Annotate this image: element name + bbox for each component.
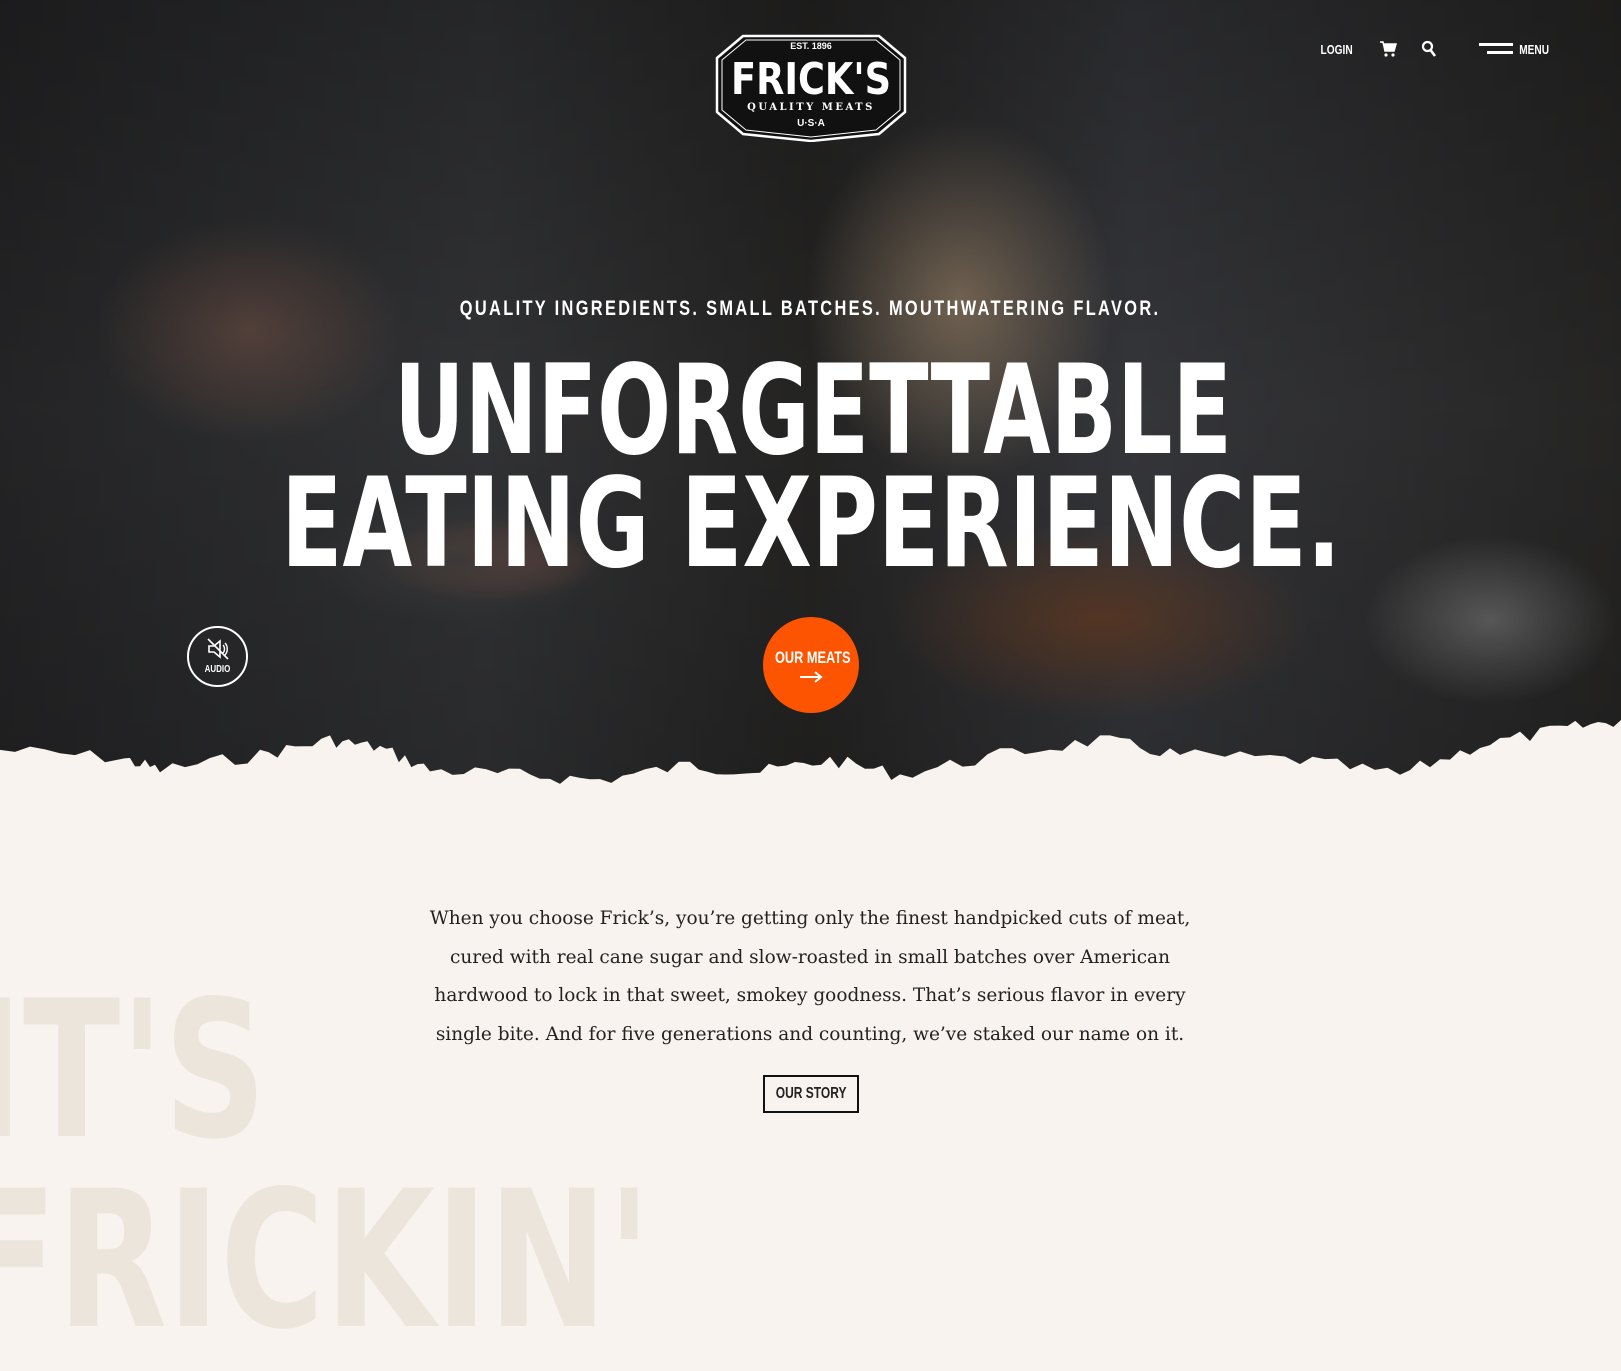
arrow-right-icon	[800, 671, 823, 683]
watermark-its: IT'S	[0, 960, 267, 1181]
intro-paragraph: When you choose Frick’s, you’re getting …	[410, 900, 1210, 1055]
paragraph-line: cured with real cane sugar and slow-roas…	[449, 946, 1171, 968]
our-story-button[interactable]: OUR STORY	[763, 1075, 859, 1113]
paragraph-line: hardwood to lock in that sweet, smokey g…	[434, 985, 1186, 1007]
torn-paper-edge	[0, 720, 1621, 840]
logo-country: U·S·A	[797, 118, 825, 129]
hero-tagline: QUALITY INGREDIENTS. SMALL BATCHES. MOUT…	[460, 297, 1161, 320]
hamburger-icon	[1479, 43, 1514, 54]
cart-icon[interactable]	[1379, 40, 1398, 58]
logo-established: EST. 1896	[790, 41, 832, 51]
our-meats-button[interactable]: OUR MEATS	[763, 617, 859, 713]
paragraph-line: When you choose Frick’s, you’re getting …	[429, 908, 1191, 929]
speaker-muted-icon	[206, 638, 229, 660]
fricks-logo[interactable]: EST. 1896 FRICK'S QUALITY MEATS U·S·A	[715, 28, 907, 142]
login-link[interactable]: LOGIN	[1316, 42, 1357, 57]
watermark-frickin: FRICKIN'	[0, 1150, 652, 1371]
logo-wordmark: FRICK'S	[731, 54, 891, 105]
headline-line-2: EATING EXPERIENCE.	[281, 452, 1341, 580]
audio-toggle-button[interactable]: AUDIO	[187, 626, 248, 687]
search-icon[interactable]	[1421, 40, 1437, 58]
menu-button[interactable]: MENU	[1479, 42, 1553, 57]
hero-headline: UNFORGETTABLE EATING EXPERIENCE.	[281, 350, 1341, 580]
paragraph-line: single bite. And for five generations an…	[435, 1024, 1185, 1046]
top-nav: LOGIN MENU	[1316, 40, 1553, 58]
logo-subtitle: QUALITY MEATS	[747, 102, 875, 113]
